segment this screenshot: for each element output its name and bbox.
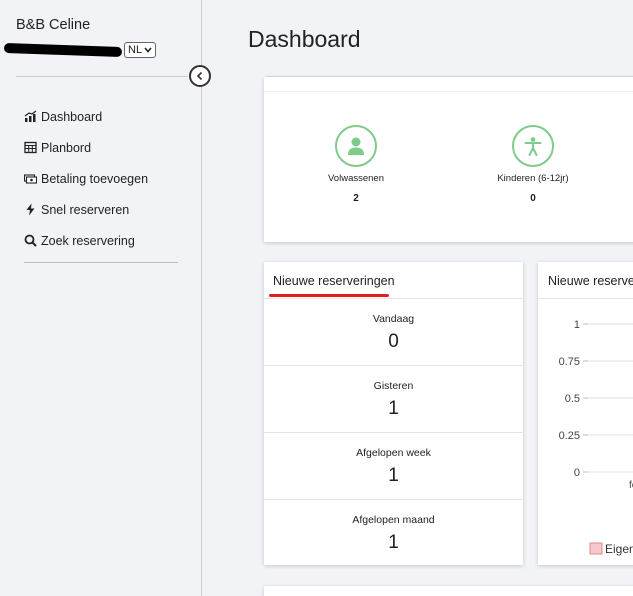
stat-value: 1 xyxy=(388,398,399,419)
legend-label: Eigen xyxy=(605,542,633,556)
card-title: Nieuwe reserveringen xyxy=(273,274,395,288)
sidebar-item-label: Dashboard xyxy=(41,109,103,124)
sidebar-item-label: Zoek reservering xyxy=(41,233,135,248)
sidebar-item-zoek-reservering[interactable]: Zoek reservering xyxy=(24,225,148,256)
stat-today: Vandaag 0 xyxy=(264,299,523,366)
guest-label: Kinderen (6-12jr) xyxy=(497,173,569,184)
lightning-icon xyxy=(24,203,37,216)
collapse-sidebar-button[interactable] xyxy=(189,65,211,87)
calendar-grid-icon xyxy=(24,141,37,154)
sidebar-item-planbord[interactable]: Planbord xyxy=(24,132,148,163)
language-select[interactable]: NL xyxy=(124,42,157,58)
sidebar-item-snel-reserveren[interactable]: Snel reserveren xyxy=(24,194,148,225)
sidebar-item-dashboard[interactable]: Dashboard xyxy=(24,101,148,132)
main-content: Dashboard Volwassenen 2 Kinderen (6-12jr… xyxy=(202,0,633,596)
card-header: Nieuwe reserveringen xyxy=(264,262,523,299)
guest-label: Volwassenen xyxy=(328,173,384,184)
chevron-left-icon xyxy=(196,71,203,81)
child-icon xyxy=(512,125,554,167)
chevron-down-icon xyxy=(144,47,152,53)
stat-label: Vandaag xyxy=(372,313,415,325)
bar-chart-icon xyxy=(24,110,37,123)
sidebar-item-label: Snel reserveren xyxy=(41,202,130,217)
sidebar: B&B Celine NL Dashboard Planbord Betalin… xyxy=(0,0,202,596)
sidebar-item-label: Planbord xyxy=(41,140,92,155)
search-icon xyxy=(24,234,37,247)
redacted-username xyxy=(3,42,123,58)
stat-yesterday: Gisteren 1 xyxy=(264,366,523,433)
guests-card-header xyxy=(264,77,633,92)
page-title: Dashboard xyxy=(248,26,361,52)
next-card xyxy=(264,586,633,596)
chart: 1 0.75 0.5 0.25 0 fe Eigen xyxy=(559,319,633,556)
guest-adults: Volwassenen 2 xyxy=(301,125,411,204)
stat-value: 0 xyxy=(388,331,399,352)
sidebar-item-label: Betaling toevoegen xyxy=(41,171,149,186)
title-underline xyxy=(269,294,389,297)
stat-value: 1 xyxy=(388,465,399,486)
y-tick-label: 1 xyxy=(574,319,580,331)
reservations-chart-card: Nieuwe reserver 10.750.50.250feEigen xyxy=(538,262,633,565)
guest-count: 2 xyxy=(353,193,359,204)
stat-last-week: Afgelopen week 1 xyxy=(264,433,523,500)
guest-count: 0 xyxy=(530,193,536,204)
legend-swatch xyxy=(589,542,603,555)
stat-label: Afgelopen maand xyxy=(352,514,435,526)
stat-label: Gisteren xyxy=(373,380,414,392)
stat-last-month: Afgelopen maand 1 xyxy=(264,500,523,566)
person-icon xyxy=(335,125,377,167)
sidebar-divider xyxy=(16,76,188,77)
guests-card: Volwassenen 2 Kinderen (6-12jr) 0 xyxy=(264,77,633,242)
money-icon xyxy=(24,172,37,185)
sidebar-item-betaling[interactable]: Betaling toevoegen xyxy=(24,163,148,194)
x-tick-label: fe xyxy=(629,480,633,491)
stat-value: 1 xyxy=(388,532,399,553)
new-reservations-card: Nieuwe reserveringen Vandaag 0 Gisteren … xyxy=(264,262,523,565)
y-tick-label: 0.5 xyxy=(565,393,580,405)
guest-children: Kinderen (6-12jr) 0 xyxy=(478,125,588,204)
sidebar-nav: Dashboard Planbord Betaling toevoegen Sn… xyxy=(24,101,148,256)
y-tick-label: 0 xyxy=(574,467,580,479)
sidebar-divider xyxy=(24,262,178,263)
user-row: NL xyxy=(3,42,157,58)
y-tick-label: 0.25 xyxy=(559,430,580,442)
language-value: NL xyxy=(128,44,143,56)
brand-name: B&B Celine xyxy=(16,17,91,33)
y-tick-label: 0.75 xyxy=(559,356,580,368)
stat-label: Afgelopen week xyxy=(356,447,431,459)
